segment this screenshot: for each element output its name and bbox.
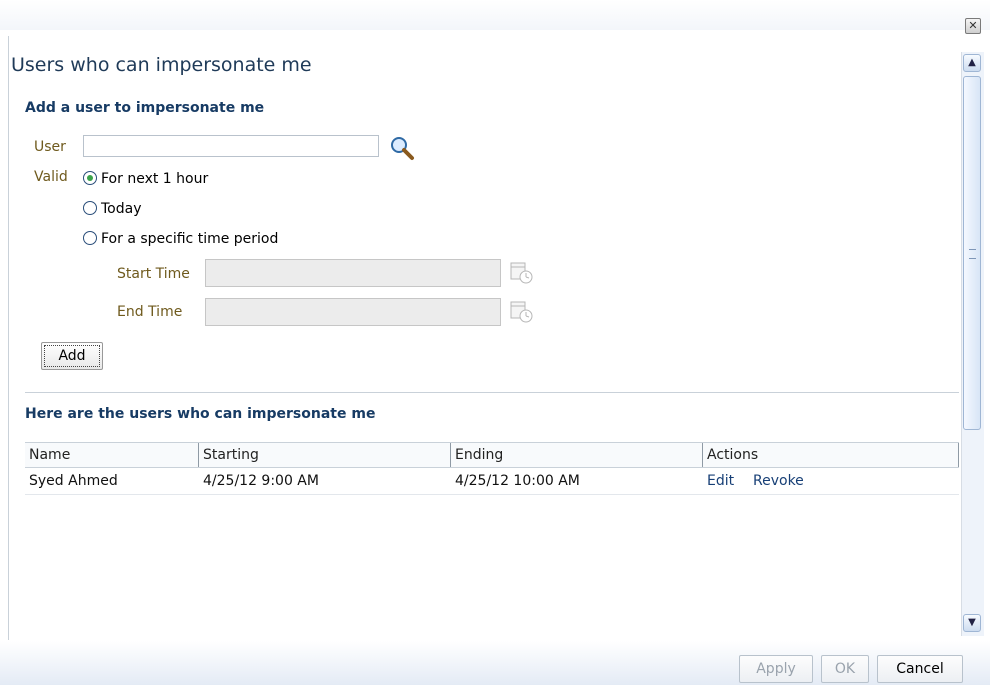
apply-button[interactable]: Apply — [739, 655, 813, 683]
radio-today-label: Today — [101, 201, 142, 217]
list-section-title: Here are the users who can impersonate m… — [25, 406, 376, 422]
user-input[interactable] — [83, 135, 379, 157]
radio-next-hour-label: For next 1 hour — [101, 171, 209, 187]
radio-today[interactable] — [83, 201, 97, 215]
calendar-clock-icon[interactable] — [509, 299, 533, 323]
cell-starting: 4/25/12 9:00 AM — [203, 473, 319, 489]
dialog-titlebar: ✕ — [0, 0, 990, 34]
end-time-input[interactable] — [205, 298, 501, 326]
start-time-input[interactable] — [205, 259, 501, 287]
column-header-name[interactable]: Name — [25, 443, 199, 467]
close-icon[interactable]: ✕ — [965, 18, 981, 34]
user-label: User — [34, 139, 66, 155]
end-time-label: End Time — [117, 304, 183, 320]
calendar-clock-icon[interactable] — [509, 260, 533, 284]
start-time-label: Start Time — [117, 266, 190, 282]
edit-link[interactable]: Edit — [703, 468, 734, 494]
add-button[interactable]: Add — [41, 342, 103, 370]
table-row[interactable]: Syed Ahmed 4/25/12 9:00 AM 4/25/12 10:00… — [25, 468, 959, 495]
cell-ending: 4/25/12 10:00 AM — [455, 473, 580, 489]
cell-name: Syed Ahmed — [29, 473, 118, 489]
vertical-scrollbar[interactable]: ▲ ▼ — [961, 52, 984, 636]
radio-specific-period[interactable] — [83, 231, 97, 245]
search-icon[interactable] — [389, 135, 415, 161]
scroll-thumb[interactable] — [963, 76, 981, 430]
dialog-footer: Apply OK Cancel — [0, 641, 990, 685]
column-header-actions[interactable]: Actions — [703, 443, 959, 467]
column-header-ending[interactable]: Ending — [451, 443, 703, 467]
page-title: Users who can impersonate me — [11, 54, 312, 76]
impersonators-table: Name Starting Ending Actions Syed Ahmed … — [25, 442, 959, 640]
ok-button[interactable]: OK — [821, 655, 869, 683]
dialog-content: Users who can impersonate me Add a user … — [8, 36, 961, 640]
section-divider — [25, 392, 959, 393]
scroll-up-icon[interactable]: ▲ — [963, 54, 981, 72]
scroll-down-icon[interactable]: ▼ — [963, 614, 981, 632]
table-header: Name Starting Ending Actions — [25, 443, 959, 468]
grip-icon — [969, 249, 976, 259]
radio-next-hour[interactable] — [83, 171, 97, 185]
revoke-link[interactable]: Revoke — [749, 468, 804, 494]
radio-specific-period-label: For a specific time period — [101, 231, 279, 247]
valid-label: Valid — [34, 169, 68, 185]
cancel-button[interactable]: Cancel — [877, 655, 963, 683]
add-section-title: Add a user to impersonate me — [25, 100, 265, 116]
column-header-starting[interactable]: Starting — [199, 443, 451, 467]
